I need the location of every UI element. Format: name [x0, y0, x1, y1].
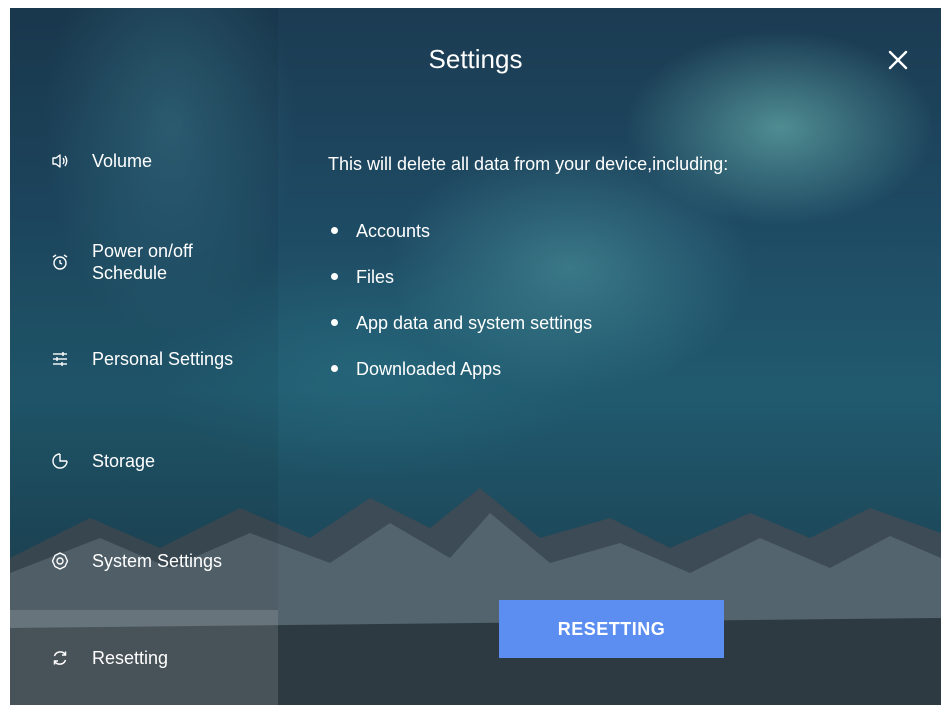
sidebar-item-label: Power on/off Schedule: [92, 241, 193, 283]
list-item: Downloaded Apps: [328, 356, 592, 402]
sidebar-item-label: Volume: [92, 151, 153, 171]
sidebar-item-personal-settings[interactable]: Personal Settings: [10, 338, 278, 380]
sidebar-item-power-schedule[interactable]: Power on/off Schedule: [10, 236, 278, 288]
sliders-icon: [46, 349, 74, 369]
gear-icon: [46, 551, 74, 571]
close-button[interactable]: [884, 46, 912, 74]
sidebar-item-storage[interactable]: Storage: [10, 440, 278, 482]
list-item: Files: [328, 264, 592, 310]
sidebar-item-label: Storage: [92, 451, 156, 471]
deleted-data-list: Accounts Files App data and system setti…: [328, 218, 592, 402]
sidebar-item-label: System Settings: [92, 551, 223, 571]
sidebar-item-label: Resetting: [92, 647, 169, 668]
list-item: App data and system settings: [328, 310, 592, 356]
reset-warning-text: This will delete all data from your devi…: [328, 154, 729, 174]
pie-chart-icon: [46, 451, 74, 471]
sidebar-item-resetting[interactable]: Resetting: [10, 610, 278, 705]
close-icon: [888, 50, 908, 70]
refresh-icon: [46, 648, 74, 668]
alarm-clock-icon: [46, 252, 74, 272]
page-title: Settings: [428, 44, 523, 74]
list-item: Accounts: [328, 218, 592, 264]
settings-screen: Settings Volume Power on/off Schedule Pe…: [10, 8, 941, 705]
sidebar-item-system-settings[interactable]: System Settings: [10, 540, 278, 582]
sidebar-item-label: Personal Settings: [92, 349, 234, 369]
sidebar-item-volume[interactable]: Volume: [10, 140, 278, 182]
speaker-icon: [46, 151, 74, 171]
resetting-button[interactable]: RESETTING: [499, 600, 724, 658]
